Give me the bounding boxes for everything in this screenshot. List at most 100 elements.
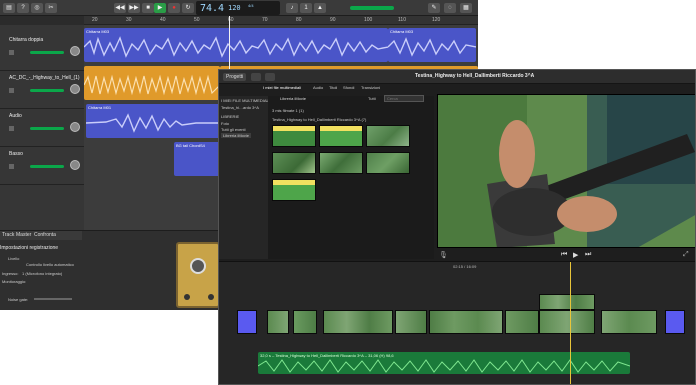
- waveform: [84, 36, 388, 58]
- timeline-playhead[interactable]: [570, 262, 571, 384]
- tuner-icon[interactable]: ♪: [286, 3, 298, 13]
- previous-icon[interactable]: ⏮: [561, 251, 567, 259]
- metronome-icon[interactable]: ▲: [314, 3, 326, 13]
- ruler[interactable]: 20 30 40 50 60 70 80 90 100 110 120: [84, 16, 478, 25]
- video-clip[interactable]: [293, 310, 317, 334]
- library-icon[interactable]: ▤: [3, 3, 15, 13]
- tab-backgrounds[interactable]: Sfondi: [343, 85, 354, 90]
- track-headers: Chitarra doppia AC_DC_-_Highway_to_Hell_…: [0, 25, 84, 230]
- mute-icon[interactable]: [9, 50, 14, 55]
- track-volume-slider[interactable]: [30, 89, 64, 92]
- stop-icon[interactable]: ■: [142, 3, 154, 13]
- microphone-icon[interactable]: 🎙: [439, 251, 448, 259]
- mute-icon[interactable]: [9, 88, 14, 93]
- group-header[interactable]: Testina_Highway to Hell_Dallimberti Ricc…: [272, 117, 366, 122]
- waveform: [84, 74, 220, 96]
- audio-region[interactable]: Chitarra M03: [388, 28, 476, 62]
- amp-screw-icon: [184, 294, 190, 300]
- track-header[interactable]: AC_DC_-_Highway_to_Hell_(1): [0, 71, 84, 109]
- media-browser-icon[interactable]: ▦: [460, 3, 472, 13]
- video-clip[interactable]: [601, 310, 657, 334]
- help-icon[interactable]: ?: [17, 3, 29, 13]
- tab-master[interactable]: Master: [16, 232, 31, 238]
- clip-thumbnail[interactable]: [319, 152, 363, 174]
- smart-controls-icon[interactable]: ◎: [31, 3, 43, 13]
- tab-my-media[interactable]: I miei file multimediali: [263, 85, 301, 90]
- share-icon[interactable]: [265, 73, 275, 81]
- search-input[interactable]: [384, 95, 424, 102]
- video-clip[interactable]: [267, 310, 289, 334]
- sidebar-item-photos[interactable]: Foto: [221, 121, 229, 126]
- notepad-icon[interactable]: ✎: [428, 3, 440, 13]
- tab-titles[interactable]: Titoli: [329, 85, 337, 90]
- viewer[interactable]: [437, 94, 695, 248]
- fast-forward-icon[interactable]: ▶▶: [128, 3, 140, 13]
- ruler-number: 110: [398, 17, 406, 23]
- ruler-number: 50: [194, 17, 200, 23]
- lcd-display[interactable]: 74.4 120 4/4: [196, 1, 280, 15]
- title-clip[interactable]: [665, 310, 685, 334]
- track-header[interactable]: Basso: [0, 147, 84, 185]
- audio-region[interactable]: BG tail ChordS4: [174, 142, 224, 176]
- next-icon[interactable]: ⏭: [585, 251, 591, 259]
- audio-region[interactable]: Chitarra M03: [84, 28, 388, 62]
- master-volume-slider[interactable]: [350, 6, 394, 10]
- mute-icon[interactable]: [9, 164, 14, 169]
- input-select[interactable]: 1 (Microfono integrato): [22, 271, 62, 276]
- pan-knob[interactable]: [70, 160, 80, 170]
- sidebar-item-all-events[interactable]: Tutti gli eventi: [221, 127, 246, 132]
- clip-thumbnail[interactable]: [366, 152, 410, 174]
- track-header[interactable]: Chitarra doppia: [0, 33, 84, 71]
- mute-icon[interactable]: [9, 126, 14, 131]
- play-icon[interactable]: ▶: [573, 251, 578, 259]
- tab-transitions[interactable]: Transizioni: [361, 85, 380, 90]
- clip-thumbnail[interactable]: [272, 125, 316, 147]
- editors-icon[interactable]: ✂: [45, 3, 57, 13]
- cutaway-clip[interactable]: [539, 294, 595, 310]
- clip-thumbnail[interactable]: [272, 152, 316, 174]
- video-clip[interactable]: [539, 310, 595, 334]
- video-clip[interactable]: [505, 310, 539, 334]
- cycle-icon[interactable]: ↻: [182, 3, 194, 13]
- lcd-tempo-value: 120: [228, 4, 241, 12]
- pan-knob[interactable]: [70, 84, 80, 94]
- video-clip[interactable]: [395, 310, 427, 334]
- audio-track[interactable]: 32,0 s – Testina_Highway to Hell_Dallimb…: [258, 352, 630, 374]
- track-name: Chitarra doppia: [9, 37, 44, 43]
- clip-thumbnail[interactable]: [366, 125, 410, 147]
- tab-compare[interactable]: Confronta: [34, 232, 56, 238]
- clip-thumbnail[interactable]: [319, 125, 363, 147]
- video-clip[interactable]: [323, 310, 393, 334]
- projects-button[interactable]: Progetti: [223, 73, 247, 81]
- clip-thumbnail[interactable]: [272, 179, 316, 201]
- ruler-number: 120: [432, 17, 441, 23]
- import-icon[interactable]: [251, 73, 261, 81]
- sidebar-item-imovie-library[interactable]: Libreria iMovie: [221, 133, 252, 138]
- fullscreen-icon[interactable]: ⤢: [683, 251, 689, 259]
- sidebar-item-project[interactable]: Testina_hi…ardo 3^A: [221, 105, 259, 110]
- play-icon[interactable]: ▶: [154, 3, 166, 13]
- timeline[interactable]: 02:15 / 16:09 32,0 s – Testina_Highway t…: [219, 261, 695, 384]
- audio-region[interactable]: Chitarra M01: [86, 104, 224, 138]
- count-in-icon[interactable]: 1: [300, 3, 312, 13]
- audio-region[interactable]: [84, 66, 220, 100]
- amp-knob[interactable]: [190, 258, 206, 274]
- lcd-signature-value: 4/4: [248, 3, 254, 8]
- tab-track[interactable]: Track: [2, 232, 14, 238]
- record-icon[interactable]: ●: [168, 3, 180, 13]
- track-volume-slider[interactable]: [30, 165, 64, 168]
- rewind-icon[interactable]: ◀◀: [114, 3, 126, 13]
- track-volume-slider[interactable]: [30, 51, 64, 54]
- group-header[interactable]: 3 mis filmate 1 (1): [272, 108, 304, 113]
- video-clip[interactable]: [429, 310, 503, 334]
- title-clip[interactable]: [237, 310, 257, 334]
- track-volume-slider[interactable]: [30, 127, 64, 130]
- pan-knob[interactable]: [70, 122, 80, 132]
- noise-gate-slider[interactable]: [34, 298, 72, 300]
- pan-knob[interactable]: [70, 46, 80, 56]
- loop-browser-icon[interactable]: ◌: [444, 3, 456, 13]
- tab-audio[interactable]: Audio: [313, 85, 323, 90]
- track-header[interactable]: Audio: [0, 109, 84, 147]
- auto-level-label[interactable]: Controllo livello automatico: [26, 262, 74, 267]
- all-clips-filter[interactable]: Tutti: [368, 96, 376, 101]
